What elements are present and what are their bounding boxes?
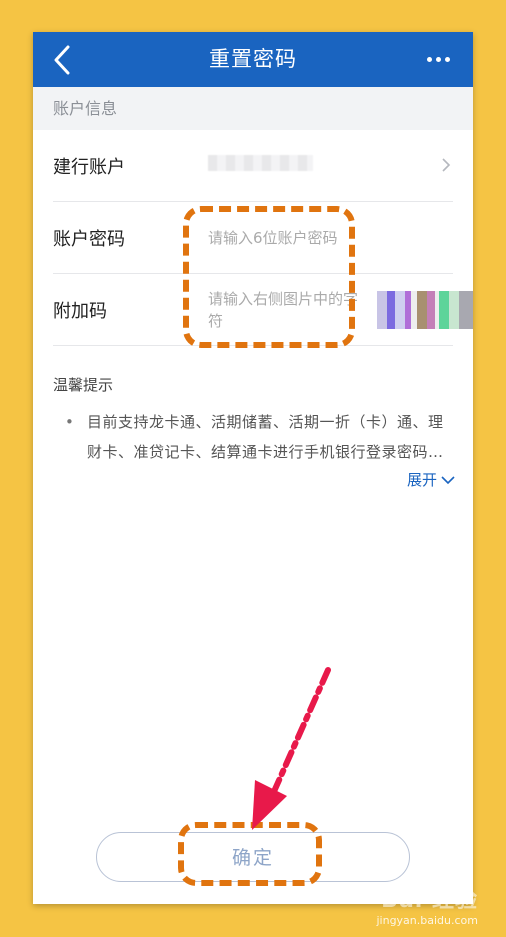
chevron-right-icon: [442, 158, 451, 172]
account-value: [208, 154, 453, 177]
masked-account-number: [208, 154, 313, 171]
chevron-down-icon: [441, 475, 455, 484]
tips-text: 目前支持龙卡通、活期储蓄、活期一折（卡）通、理财卡、准贷记卡、结算通卡进行手机银…: [87, 413, 444, 461]
account-label: 建行账户: [53, 156, 125, 178]
account-row[interactable]: 建行账户: [53, 130, 453, 202]
expand-label: 展开: [406, 471, 437, 489]
annotation-button-highlight: [178, 822, 322, 886]
more-button[interactable]: [421, 44, 455, 74]
watermark-url: jingyan.baidu.com: [376, 914, 478, 927]
annotation-input-highlight: [183, 206, 355, 348]
tips-bullet: •: [65, 413, 74, 431]
watermark: Bai 经验 jingyan.baidu.com: [376, 882, 478, 927]
captcha-image[interactable]: [377, 291, 473, 329]
page-title: 重置密码: [209, 47, 297, 71]
phone-screen: 重置密码 账户信息 建行账户 账户密码 请输入6位账户密码 附加码 请输入右侧图…: [33, 32, 473, 904]
more-dots-icon: [426, 56, 432, 62]
navbar: 重置密码: [33, 32, 473, 87]
tips-body: • 目前支持龙卡通、活期储蓄、活期一折（卡）通、理财卡、准贷记卡、结算通卡进行手…: [53, 407, 453, 467]
expand-button[interactable]: 展开: [407, 469, 455, 490]
watermark-logo: Bai 经验: [381, 888, 478, 913]
section-header: 账户信息: [33, 87, 473, 130]
tips-title: 温馨提示: [53, 376, 114, 394]
